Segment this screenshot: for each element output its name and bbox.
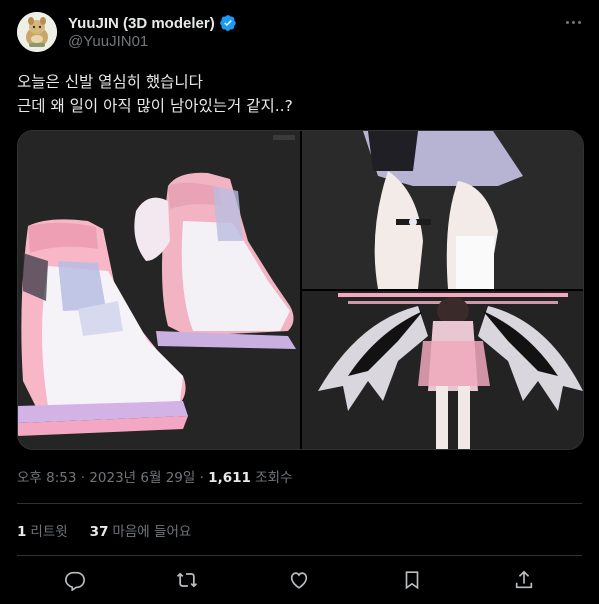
like-icon[interactable] xyxy=(285,566,313,594)
retweets-stat[interactable]: 1 리트윗 xyxy=(17,520,68,540)
avatar[interactable] xyxy=(17,12,57,52)
tweet-text: 오늘은 신발 열심히 했습니다 근데 왜 일이 아직 많이 남아있는거 같지..… xyxy=(17,70,577,118)
meta-separator: · xyxy=(195,470,209,486)
action-bar xyxy=(17,566,582,594)
bookmark-icon[interactable] xyxy=(398,566,426,594)
likes-stat[interactable]: 37 마음에 들어요 xyxy=(90,520,192,540)
share-icon[interactable] xyxy=(510,566,538,594)
tweet-stats: 1 리트윗 37 마음에 들어요 xyxy=(17,520,213,540)
retweets-label: 리트윗 xyxy=(30,524,68,540)
divider xyxy=(17,555,582,556)
tweet-container: YuuJIN (3D modeler) @YuuJIN01 오늘은 신발 열심히… xyxy=(0,0,599,604)
media-image-winged[interactable] xyxy=(302,291,583,449)
tweet-text-line: 오늘은 신발 열심히 했습니다 xyxy=(17,73,203,91)
verified-badge-icon[interactable] xyxy=(219,14,237,32)
likes-count: 37 xyxy=(89,524,109,540)
retweets-count: 1 xyxy=(17,524,27,540)
author-name-row[interactable]: YuuJIN (3D modeler) xyxy=(68,13,237,33)
views-label: 조회수 xyxy=(255,470,293,486)
avatar-image xyxy=(17,12,57,52)
likes-label: 마음에 들어요 xyxy=(112,524,192,540)
author-display-name[interactable]: YuuJIN (3D modeler) xyxy=(68,15,215,32)
media-image-boots[interactable] xyxy=(18,131,300,449)
media-grid xyxy=(17,130,584,450)
divider xyxy=(17,503,582,504)
reply-icon[interactable] xyxy=(61,566,89,594)
tweet-date[interactable]: 2023년 6월 29일 xyxy=(89,470,195,486)
more-options-icon[interactable] xyxy=(558,10,588,34)
tweet-meta: 오후 8:53 · 2023년 6월 29일 · 1,611 조회수 xyxy=(17,466,292,486)
retweet-icon[interactable] xyxy=(173,566,201,594)
tweet-time[interactable]: 오후 8:53 xyxy=(17,470,76,486)
media-image-legs[interactable] xyxy=(302,131,583,289)
meta-separator: · xyxy=(76,470,90,486)
views-count: 1,611 xyxy=(208,470,251,486)
tweet-text-line: 근데 왜 일이 아직 많이 남아있는거 같지..? xyxy=(17,97,293,115)
author-handle[interactable]: @YuuJIN01 xyxy=(68,33,148,50)
